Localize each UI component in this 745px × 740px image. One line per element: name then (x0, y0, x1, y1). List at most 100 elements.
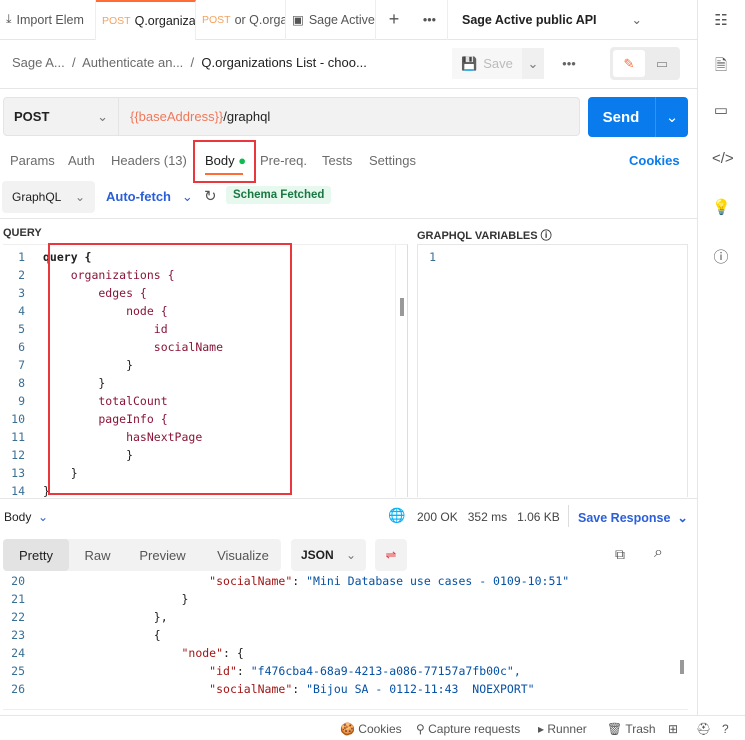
line-number: 14 (11, 484, 25, 497)
more-options-button[interactable]: ••• (556, 52, 582, 74)
tab-or-q-organizations[interactable]: POSTor Q.organ (196, 0, 286, 40)
import-icon: ⤓ (6, 12, 12, 26)
footer-trash[interactable]: 🗑 Trash (607, 722, 656, 736)
json-value: "f476cba4-68a9-4213-a086-77157a7fb00c", (250, 664, 521, 678)
right-sidebar: ☷ 🗎 ▭ </> 💡 ⓘ (697, 0, 745, 715)
line-number: 11 (11, 430, 25, 444)
save-dropdown[interactable]: ⌄ (522, 48, 544, 79)
tab-import[interactable]: ⤓ Import Elem (0, 0, 96, 40)
code-line: 25 "id": "f476cba4-68a9-4213-a086-77157a… (3, 662, 521, 680)
two-pane-icon[interactable]: ⊞ (668, 722, 678, 736)
info-icon[interactable]: ⓘ (712, 246, 730, 266)
lightbulb-icon[interactable]: 💡 (712, 198, 731, 216)
code-line: 14} (3, 482, 50, 497)
trash-icon: 🗑 (607, 722, 623, 736)
comment-icon[interactable]: ▭ (647, 50, 677, 77)
line-number: 22 (11, 610, 25, 624)
new-tab-button[interactable]: + (376, 0, 412, 40)
help-icon[interactable]: ? (722, 722, 729, 736)
bootcamp-icon[interactable]: ⛑ (696, 722, 711, 736)
code-line: 23 { (3, 626, 161, 644)
response-time[interactable]: 352 ms (468, 510, 507, 524)
code-icon[interactable]: </> (712, 150, 734, 168)
copy-icon[interactable]: ⧉ (615, 546, 625, 563)
tab-tests[interactable]: Tests (322, 153, 352, 168)
auto-fetch-select[interactable]: Auto-fetch ⌄ (106, 189, 193, 205)
footer-capture-requests[interactable]: ⚲ Capture requests (416, 722, 520, 736)
breadcrumb-item[interactable]: Authenticate an... (82, 55, 183, 70)
line-number: 13 (11, 466, 25, 480)
tab-auth[interactable]: Auth (68, 153, 95, 168)
json-key: "id" (209, 664, 237, 678)
documentation-icon[interactable]: 🗎 (712, 55, 730, 74)
line-number: 1 (429, 250, 436, 264)
save-response-button[interactable]: Save Response ⌄ (578, 510, 688, 525)
line-number: 10 (11, 412, 25, 426)
environment-select[interactable]: Sage Active public API ⌄ (448, 0, 648, 40)
view-pretty[interactable]: Pretty (3, 539, 69, 571)
send-button[interactable]: Send ⌄ (588, 97, 688, 137)
more-tabs-button[interactable]: ••• (412, 0, 448, 40)
annotation-box (193, 140, 256, 183)
response-scrollbar[interactable] (678, 660, 686, 676)
response-size[interactable]: 1.06 KB (517, 510, 560, 524)
code-line: 21 } (3, 590, 188, 608)
line-number: 8 (18, 376, 25, 390)
url-input[interactable]: {{baseAddress}}/graphql (130, 109, 270, 124)
tab-pre-request[interactable]: Pre-req. (260, 153, 307, 168)
json-punct: }, (153, 610, 168, 624)
tab-headers[interactable]: Headers (13) (111, 153, 187, 168)
line-number: 23 (11, 628, 25, 642)
line-number: 25 (11, 664, 25, 678)
view-visualize[interactable]: Visualize (205, 539, 281, 571)
line-number: 9 (18, 394, 25, 408)
request-name[interactable]: Q.organizations List - choo... (201, 55, 366, 70)
tab-q-organizations[interactable]: POST Q.organiza (96, 0, 196, 40)
refresh-icon[interactable]: ↻ (204, 187, 217, 205)
annotation-box (48, 243, 292, 495)
save-button[interactable]: 💾 Save (452, 48, 522, 79)
wrap-lines-icon[interactable]: ⇌ (375, 539, 407, 571)
tab-sage-active[interactable]: ▣ Sage Active (286, 0, 376, 40)
json-punct: { (153, 628, 161, 642)
response-meta: 200 OK 352 ms 1.06 KB (417, 510, 560, 524)
line-number: 20 (11, 575, 25, 588)
query-scrollbar[interactable] (395, 244, 408, 497)
breadcrumb-item[interactable]: Sage A... (12, 55, 65, 70)
search-icon[interactable]: ⌕ (654, 544, 663, 562)
response-body-select[interactable]: Body ⌄ (4, 510, 48, 524)
globe-icon: 🌐 (388, 507, 406, 523)
footer-runner[interactable]: ▸ Runner (538, 722, 587, 736)
send-dropdown[interactable]: ⌄ (655, 97, 688, 137)
format-select[interactable]: JSON ⌄ (291, 539, 366, 571)
json-value: "Bijou SA - 0112-11:43 NOEXPORT" (306, 682, 535, 696)
line-number: 7 (18, 358, 25, 372)
tab-settings[interactable]: Settings (369, 153, 416, 168)
save-icon: 💾 (461, 55, 478, 71)
variables-editor[interactable]: 1 (417, 244, 688, 497)
line-number: 24 (11, 646, 25, 660)
line-number: 5 (18, 322, 25, 336)
comments-icon[interactable]: ▭ (712, 101, 730, 119)
collection-icon: ▣ (292, 13, 304, 27)
cookies-link[interactable]: Cookies (629, 153, 680, 168)
cookie-icon: 🍪 (340, 722, 355, 736)
line-number: 12 (11, 448, 25, 462)
view-raw[interactable]: Raw (75, 539, 120, 571)
body-mode-select[interactable]: GraphQL ⌄ (2, 181, 95, 213)
response-view-tabs: Pretty Raw Preview Visualize (3, 539, 281, 571)
environment-quick-look-icon[interactable]: ☷ (712, 11, 730, 29)
breadcrumb: Sage A... / Authenticate an... / Q.organ… (12, 55, 367, 70)
status-bar: 🍪 Cookies ⚲ Capture requests ▸ Runner 🗑 … (0, 715, 745, 740)
edit-pencil-icon[interactable]: ✎ (613, 50, 645, 77)
json-colon: : (292, 575, 307, 588)
chevron-down-icon: ⌄ (97, 108, 108, 124)
method-select[interactable]: POST ⌄ (4, 98, 119, 135)
json-key: "socialName" (209, 575, 293, 588)
status-code[interactable]: 200 OK (417, 510, 458, 524)
view-preview[interactable]: Preview (130, 539, 195, 571)
footer-cookies[interactable]: 🍪 Cookies (340, 722, 402, 736)
tab-params[interactable]: Params (10, 153, 55, 168)
